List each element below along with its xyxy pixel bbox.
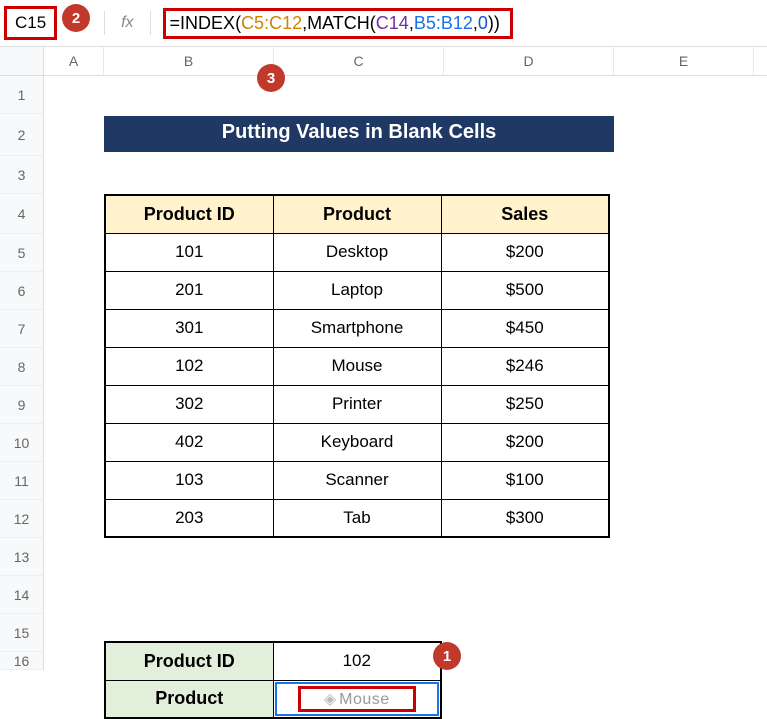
- annotation-callout-3: 3: [257, 64, 285, 92]
- formula-bar: C15 ▼ fx =INDEX(C5:C12,MATCH(C14,B5:B12,…: [0, 0, 767, 46]
- cell[interactable]: Tab: [273, 499, 441, 537]
- cell[interactable]: $246: [441, 347, 609, 385]
- row-header-14[interactable]: 14: [0, 576, 43, 614]
- header-sales[interactable]: Sales: [441, 195, 609, 233]
- header-product-id[interactable]: Product ID: [105, 195, 273, 233]
- divider: [104, 11, 105, 35]
- cell[interactable]: Mouse: [273, 347, 441, 385]
- watermark-icon: ◈: [324, 691, 336, 708]
- cell[interactable]: 402: [105, 423, 273, 461]
- row-header-8[interactable]: 8: [0, 348, 43, 386]
- formula-ref-c14: C14: [376, 13, 409, 34]
- row-header-10[interactable]: 10: [0, 424, 43, 462]
- cell[interactable]: 103: [105, 461, 273, 499]
- row-header-11[interactable]: 11: [0, 462, 43, 500]
- row-header-16[interactable]: 16: [0, 652, 43, 670]
- table-row: 101Desktop$200: [105, 233, 609, 271]
- table-row: 103Scanner$100: [105, 461, 609, 499]
- select-all-corner[interactable]: [0, 47, 44, 75]
- formula-input[interactable]: =INDEX(C5:C12,MATCH(C14,B5:B12,0)): [163, 8, 513, 39]
- cell[interactable]: 201: [105, 271, 273, 309]
- col-header-b[interactable]: B: [104, 47, 274, 75]
- row-headers: 1 2 3 4 5 6 7 8 9 10 11 12 13 14 15 16: [0, 76, 44, 670]
- lookup-table: Product ID 102 Product ◈Mouse: [104, 641, 442, 719]
- cell[interactable]: 101: [105, 233, 273, 271]
- cell[interactable]: $200: [441, 233, 609, 271]
- annotation-callout-1: 1: [433, 642, 461, 670]
- formula-range-2: B5:B12: [414, 13, 473, 34]
- cell[interactable]: $300: [441, 499, 609, 537]
- column-headers: A B C D E: [0, 46, 767, 76]
- row-header-6[interactable]: 6: [0, 272, 43, 310]
- annotation-callout-2: 2: [62, 4, 90, 32]
- row-header-5[interactable]: 5: [0, 234, 43, 272]
- col-header-c[interactable]: C: [274, 47, 444, 75]
- col-header-e[interactable]: E: [614, 47, 754, 75]
- cell[interactable]: $500: [441, 271, 609, 309]
- cell[interactable]: 301: [105, 309, 273, 347]
- cell[interactable]: 102: [105, 347, 273, 385]
- cell[interactable]: $200: [441, 423, 609, 461]
- row-header-3[interactable]: 3: [0, 156, 43, 194]
- formula-range-1: C5:C12: [241, 13, 302, 34]
- cell[interactable]: Keyboard: [273, 423, 441, 461]
- data-table: Product ID Product Sales 101Desktop$200 …: [104, 194, 610, 538]
- table-row: 301Smartphone$450: [105, 309, 609, 347]
- row-header-15[interactable]: 15: [0, 614, 43, 652]
- table-row: 203Tab$300: [105, 499, 609, 537]
- row-header-9[interactable]: 9: [0, 386, 43, 424]
- header-product[interactable]: Product: [273, 195, 441, 233]
- divider: [150, 11, 151, 35]
- cell[interactable]: 302: [105, 385, 273, 423]
- row-header-7[interactable]: 7: [0, 310, 43, 348]
- formula-fn-match: MATCH: [307, 13, 370, 34]
- lookup-value-product-id[interactable]: 102: [273, 642, 441, 680]
- row-header-2[interactable]: 2: [0, 114, 43, 156]
- table-row: 302Printer$250: [105, 385, 609, 423]
- col-header-a[interactable]: A: [44, 47, 104, 75]
- lookup-label-product[interactable]: Product: [105, 680, 273, 718]
- col-header-d[interactable]: D: [444, 47, 614, 75]
- spreadsheet-grid: A B C D E 1 2 3 4 5 6 7 8 9 10 11 12 13 …: [0, 46, 767, 670]
- row-header-13[interactable]: 13: [0, 538, 43, 576]
- fx-label: fx: [121, 14, 133, 32]
- lookup-label-product-id[interactable]: Product ID: [105, 642, 273, 680]
- cell[interactable]: 203: [105, 499, 273, 537]
- cell[interactable]: $100: [441, 461, 609, 499]
- table-row: 102Mouse$246: [105, 347, 609, 385]
- row-header-12[interactable]: 12: [0, 500, 43, 538]
- cell[interactable]: Scanner: [273, 461, 441, 499]
- cell[interactable]: Laptop: [273, 271, 441, 309]
- name-box[interactable]: C15: [4, 6, 57, 40]
- cells-area[interactable]: Putting Values in Blank Cells Product ID…: [44, 76, 767, 670]
- cell[interactable]: Desktop: [273, 233, 441, 271]
- result-text: Mouse: [339, 691, 390, 708]
- title-banner: Putting Values in Blank Cells: [104, 116, 614, 152]
- cell[interactable]: Printer: [273, 385, 441, 423]
- cell[interactable]: $450: [441, 309, 609, 347]
- table-row: 201Laptop$500: [105, 271, 609, 309]
- formula-fn-index: INDEX: [180, 13, 235, 34]
- formula-num: 0: [478, 13, 488, 34]
- row-header-4[interactable]: 4: [0, 194, 43, 234]
- cell[interactable]: $250: [441, 385, 609, 423]
- lookup-value-product[interactable]: ◈Mouse: [273, 680, 441, 718]
- lookup-row-id: Product ID 102: [105, 642, 441, 680]
- table-row: 402Keyboard$200: [105, 423, 609, 461]
- row-header-1[interactable]: 1: [0, 76, 43, 114]
- lookup-row-product: Product ◈Mouse: [105, 680, 441, 718]
- cell[interactable]: Smartphone: [273, 309, 441, 347]
- table-header-row: Product ID Product Sales: [105, 195, 609, 233]
